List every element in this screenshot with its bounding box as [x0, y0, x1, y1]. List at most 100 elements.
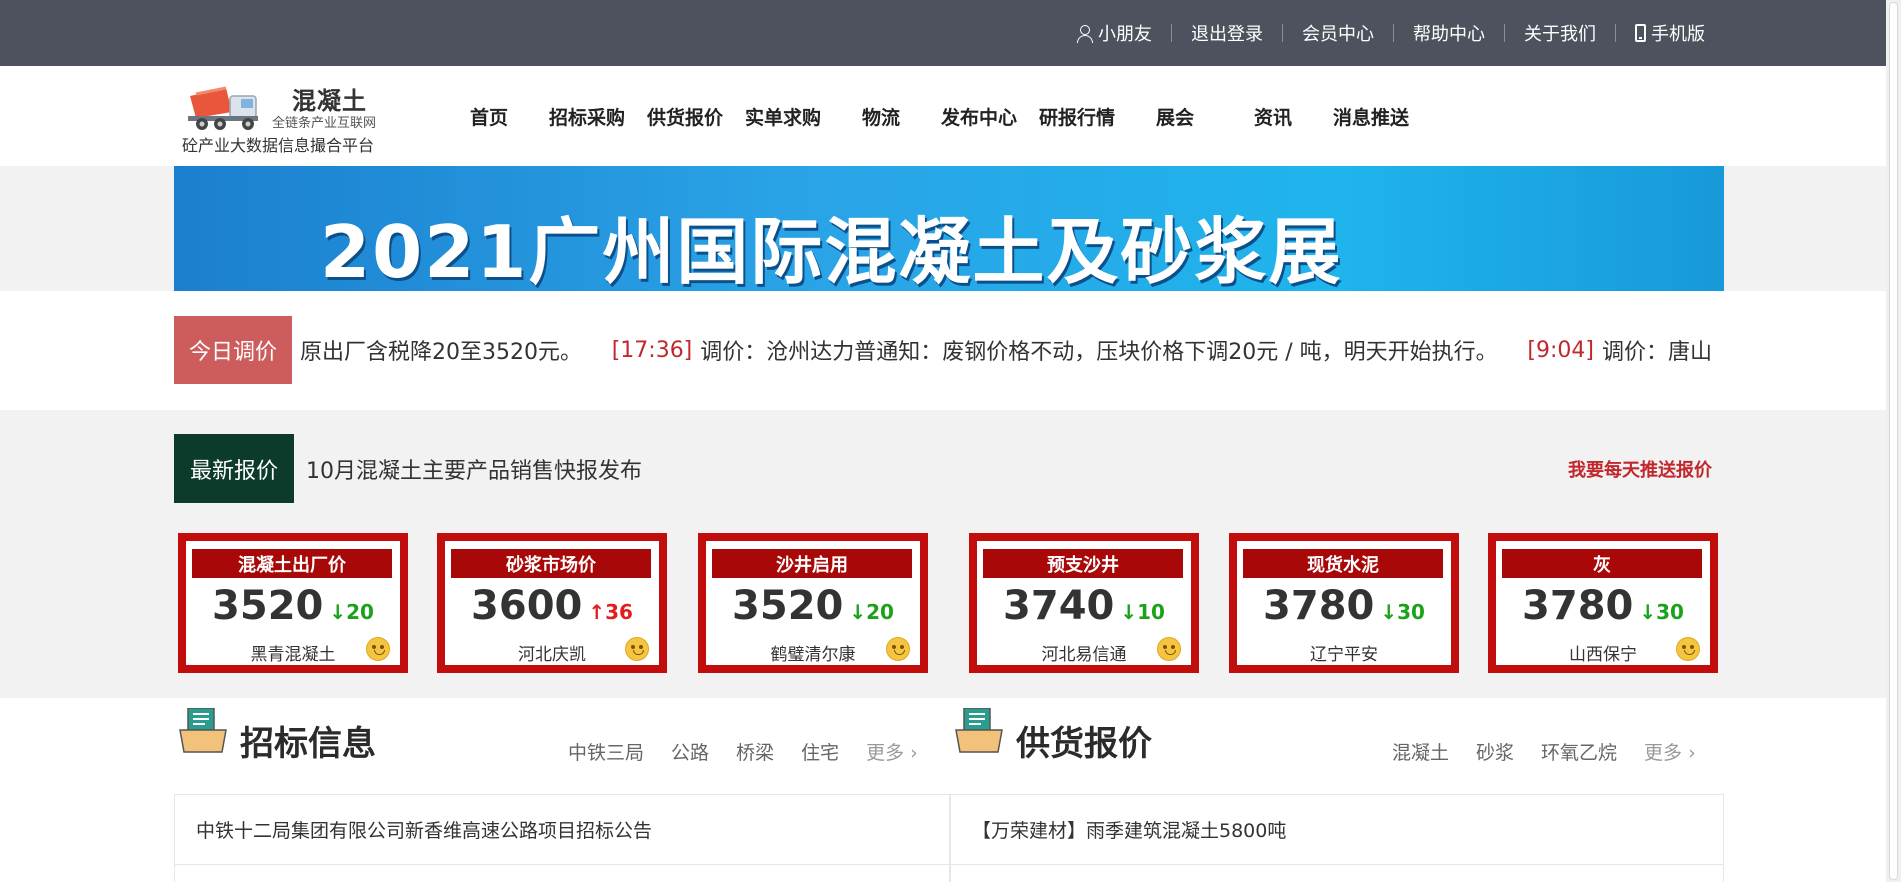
card-change: ↓30: [1639, 600, 1684, 624]
bidding-tab[interactable]: 中铁三局: [568, 738, 644, 765]
top-links: 小朋友 退出登录 会员中心 帮助中心 关于我们 手机版: [1076, 0, 1705, 66]
nav-item[interactable]: 首页: [440, 103, 538, 130]
bidding-title[interactable]: 招标信息: [240, 716, 376, 765]
card-label: 现货水泥: [1243, 549, 1443, 578]
document-box-icon: [179, 708, 227, 753]
supply-tab[interactable]: 砂浆: [1476, 738, 1514, 765]
quotes-headline[interactable]: 10月混凝土主要产品销售快报发布: [306, 434, 642, 503]
nav-item[interactable]: 研报行情: [1028, 103, 1126, 130]
push-quotes-link[interactable]: 我要每天推送报价: [1568, 434, 1712, 503]
bidding-tab[interactable]: 公路: [671, 738, 709, 765]
card-price: 3780: [1263, 583, 1375, 629]
main-nav: 首页 招标采购 供货报价 实单求购 物流 发布中心 研报行情 展会 资讯 消息推…: [440, 66, 1420, 166]
logout-link[interactable]: 退出登录: [1191, 20, 1263, 46]
quote-card[interactable]: 混凝土出厂价 3520 ↓20 黑青混凝土: [178, 533, 408, 673]
bidding-list: 中铁十二局集团有限公司新香维高速公路项目招标公告: [174, 794, 950, 882]
nav-item[interactable]: 实单求购: [734, 103, 832, 130]
quote-card[interactable]: 沙井启用 3520 ↓20 鹤璧清尔康: [698, 533, 928, 673]
supply-tab[interactable]: 混凝土: [1392, 738, 1449, 765]
ticker-text[interactable]: 原出厂含税降20至3520元。: [300, 334, 582, 366]
page-scrollbar[interactable]: [1886, 0, 1901, 882]
mobile-label: 手机版: [1651, 24, 1705, 45]
bidding-more-link[interactable]: 更多 ›: [866, 738, 918, 765]
phone-icon: [1635, 24, 1646, 42]
ticker-tag: 今日调价: [174, 316, 292, 384]
divider: [1615, 24, 1616, 42]
divider: [1282, 24, 1283, 42]
card-price: 3520: [732, 583, 844, 629]
card-label: 沙井启用: [712, 549, 912, 578]
smile-icon: [886, 637, 910, 661]
mixer-truck-icon: [188, 86, 258, 130]
user-icon: [1076, 24, 1093, 43]
smile-icon: [625, 637, 649, 661]
supply-list: 【万荣建材】雨季建筑混凝土5800吨: [950, 794, 1724, 882]
help-center-link[interactable]: 帮助中心: [1413, 20, 1485, 46]
brand-subtitle: 全链条产业互联网: [272, 116, 377, 131]
nav-item[interactable]: 展会: [1126, 103, 1224, 130]
ticker-scroll[interactable]: 原出厂含税降20至3520元。 [17:36] 调价：沧州达力普通知：废钢价格不…: [300, 316, 1712, 384]
brand-name: 混凝土: [292, 87, 367, 115]
bidding-tab[interactable]: 桥梁: [736, 738, 774, 765]
card-label: 灰: [1502, 549, 1702, 578]
price-adjust-ticker: 今日调价 原出厂含税降20至3520元。 [17:36] 调价：沧州达力普通知：…: [0, 291, 1901, 410]
expo-banner[interactable]: 2021广州国际混凝土及砂浆展: [174, 166, 1724, 291]
quote-card[interactable]: 砂浆市场价 3600 ↑36 河北庆凯: [437, 533, 667, 673]
site-header: 混凝土 全链条产业互联网 砼产业大数据信息撮合平台 首页 招标采购 供货报价 实…: [0, 66, 1901, 166]
card-label: 混凝土出厂价: [192, 549, 392, 578]
ticker-text[interactable]: 调价：沧州达力普通知：废钢价格不动，压块价格下调20元 / 吨，明天开始执行。: [700, 334, 1497, 366]
smile-icon: [1676, 637, 1700, 661]
about-us-link[interactable]: 关于我们: [1524, 20, 1596, 46]
card-company: 辽宁平安: [1310, 645, 1378, 665]
nav-item[interactable]: 消息推送: [1322, 103, 1420, 130]
nav-item[interactable]: 供货报价: [636, 103, 734, 130]
ticker-time: [9:04]: [1527, 337, 1594, 363]
card-price: 3740: [1003, 583, 1115, 629]
lower-sections: 招标信息 中铁三局 公路 桥梁 住宅 更多 › 中铁十二局集团有限公司新香维高速…: [0, 698, 1901, 882]
ticker-time: [17:36]: [611, 337, 693, 363]
card-price: 3600: [471, 583, 583, 629]
nav-item[interactable]: 招标采购: [538, 103, 636, 130]
supply-tab[interactable]: 环氧乙烷: [1541, 738, 1617, 765]
supply-tabs: 混凝土 砂浆 环氧乙烷 更多 ›: [1392, 738, 1696, 765]
card-price: 3520: [212, 583, 324, 629]
document-box-icon: [955, 708, 1003, 753]
supply-more-link[interactable]: 更多 ›: [1644, 738, 1696, 765]
latest-quotes: 最新报价 10月混凝土主要产品销售快报发布 我要每天推送报价 混凝土出厂价 35…: [174, 410, 1724, 698]
card-change: ↓20: [329, 600, 374, 624]
nav-item[interactable]: 资讯: [1224, 103, 1322, 130]
scrollbar-thumb[interactable]: [1889, 2, 1898, 880]
bidding-tabs: 中铁三局 公路 桥梁 住宅 更多 ›: [568, 738, 918, 765]
card-change: ↓10: [1120, 600, 1165, 624]
list-item[interactable]: 中铁十二局集团有限公司新香维高速公路项目招标公告: [175, 795, 949, 865]
card-label: 预支沙井: [983, 549, 1183, 578]
quotes-tag: 最新报价: [174, 434, 294, 503]
top-bar: 小朋友 退出登录 会员中心 帮助中心 关于我们 手机版: [0, 0, 1901, 66]
quote-card[interactable]: 预支沙井 3740 ↓10 河北易信通: [969, 533, 1199, 673]
ticker-text[interactable]: 调价：唐山: [1602, 334, 1712, 366]
mobile-version-link[interactable]: 手机版: [1635, 20, 1705, 46]
banner-text: 2021广州国际混凝土及砂浆展: [320, 210, 1343, 291]
quote-cards: 混凝土出厂价 3520 ↓20 黑青混凝土 砂浆市场价 3600 ↑36 河北庆凯 …: [178, 533, 1724, 675]
divider: [1504, 24, 1505, 42]
user-name: 小朋友: [1098, 24, 1152, 45]
nav-item[interactable]: 物流: [832, 103, 930, 130]
supply-title[interactable]: 供货报价: [1016, 716, 1152, 765]
card-change: ↑36: [588, 600, 633, 624]
member-center-link[interactable]: 会员中心: [1302, 20, 1374, 46]
brand-slogan: 砼产业大数据信息撮合平台: [182, 136, 375, 155]
bidding-section-header: 招标信息 中铁三局 公路 桥梁 住宅 更多 ›: [174, 708, 950, 778]
smile-icon: [1157, 637, 1181, 661]
quote-card[interactable]: 灰 3780 ↓30 山西保宁: [1488, 533, 1718, 673]
quote-card[interactable]: 现货水泥 3780 ↓30 辽宁平安: [1229, 533, 1459, 673]
card-label: 砂浆市场价: [451, 549, 651, 578]
site-logo[interactable]: 混凝土 全链条产业互联网 砼产业大数据信息撮合平台: [182, 78, 402, 158]
nav-item[interactable]: 发布中心: [930, 103, 1028, 130]
divider: [1393, 24, 1394, 42]
list-item[interactable]: 【万荣建材】雨季建筑混凝土5800吨: [951, 795, 1723, 865]
supply-section-header: 供货报价 混凝土 砂浆 环氧乙烷 更多 ›: [950, 708, 1724, 778]
bidding-tab[interactable]: 住宅: [801, 738, 839, 765]
smile-icon: [366, 637, 390, 661]
user-link[interactable]: 小朋友: [1076, 20, 1152, 46]
divider: [1171, 24, 1172, 42]
